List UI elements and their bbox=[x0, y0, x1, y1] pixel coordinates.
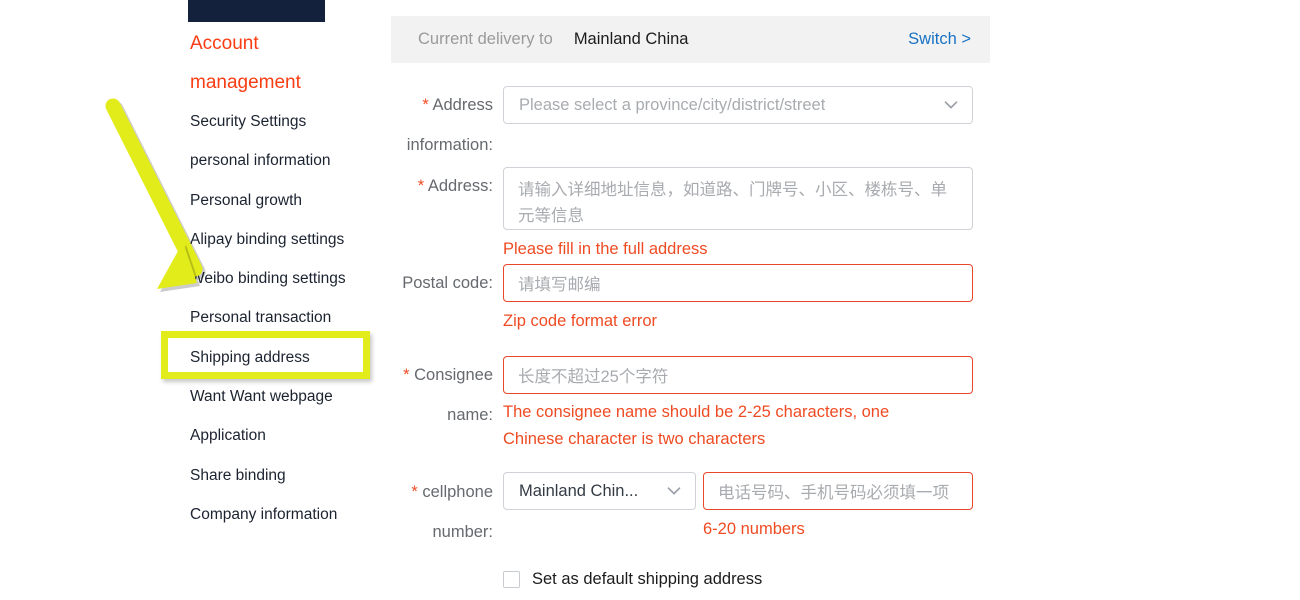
required-asterisk: * bbox=[422, 96, 429, 114]
cellphone-error-message: 6-20 numbers bbox=[703, 520, 805, 538]
current-delivery-label: Current delivery to bbox=[418, 30, 553, 48]
default-shipping-address-row[interactable]: Set as default shipping address bbox=[503, 570, 762, 589]
address-detail-textarea[interactable]: 请输入详细地址信息，如道路、门牌号、小区、楼栋号、单元等信息 bbox=[503, 167, 973, 230]
required-asterisk: * bbox=[411, 483, 418, 501]
consignee-error-message-line2: Chinese character is two characters bbox=[503, 430, 766, 448]
province-city-district-select[interactable]: Please select a province/city/district/s… bbox=[503, 86, 973, 124]
cellphone-country-value: Mainland Chin... bbox=[519, 481, 639, 500]
yellow-arrow-icon bbox=[105, 98, 206, 292]
address-information-label-line2: information: bbox=[406, 136, 493, 154]
address-label: * Address: bbox=[343, 174, 493, 199]
sidebar-heading-line1[interactable]: Account bbox=[190, 24, 380, 63]
address-error-message: Please fill in the full address bbox=[503, 240, 708, 258]
consignee-error-message-line1: The consignee name should be 2-25 charac… bbox=[503, 403, 890, 421]
cellphone-number-label-line2: number: bbox=[432, 523, 493, 541]
required-asterisk: * bbox=[403, 366, 410, 384]
current-delivery-value: Mainland China bbox=[573, 30, 689, 48]
postal-code-placeholder: 请填写邮编 bbox=[518, 276, 601, 294]
default-shipping-address-checkbox[interactable] bbox=[503, 571, 520, 588]
address-information-label-text1: Address bbox=[432, 96, 493, 114]
postal-code-label: Postal code: bbox=[402, 274, 493, 292]
sidebar-item-alipay-binding-settings[interactable]: Alipay binding settings bbox=[190, 220, 380, 259]
cellphone-number-input[interactable]: 电话号码、手机号码必须填一项 bbox=[703, 472, 973, 510]
default-shipping-address-label: Set as default shipping address bbox=[532, 570, 763, 588]
switch-region-link[interactable]: Switch > bbox=[908, 30, 971, 49]
consignee-name-label-text1: Consignee bbox=[414, 366, 493, 384]
cellphone-number-label-line1: * cellphone bbox=[343, 480, 493, 505]
sidebar-item-shipping-address[interactable]: Shipping address bbox=[190, 338, 380, 377]
province-select-value: Please select a province/city/district/s… bbox=[519, 95, 826, 114]
consignee-name-input[interactable]: 长度不超过25个字符 bbox=[503, 356, 973, 394]
postal-code-error-message: Zip code format error bbox=[503, 312, 658, 330]
address-information-label-line1: * Address bbox=[343, 93, 493, 118]
cellphone-country-select[interactable]: Mainland Chin... bbox=[503, 472, 696, 510]
top-nav-bar-remnant bbox=[188, 0, 325, 22]
postal-code-input[interactable]: 请填写邮编 bbox=[503, 264, 973, 302]
consignee-name-label-line2: name: bbox=[447, 406, 493, 424]
address-label-text: Address: bbox=[427, 177, 493, 195]
cellphone-number-placeholder: 电话号码、手机号码必须填一项 bbox=[718, 484, 949, 502]
address-detail-placeholder: 请输入详细地址信息，如道路、门牌号、小区、楼栋号、单元等信息 bbox=[518, 181, 947, 225]
required-asterisk: * bbox=[417, 177, 425, 195]
current-delivery-bar: Current delivery to Mainland China Switc… bbox=[391, 16, 990, 63]
chevron-down-icon bbox=[665, 482, 683, 500]
chevron-down-icon bbox=[942, 96, 960, 114]
consignee-name-placeholder: 长度不超过25个字符 bbox=[518, 368, 669, 386]
cellphone-number-label-text1: cellphone bbox=[422, 483, 493, 501]
